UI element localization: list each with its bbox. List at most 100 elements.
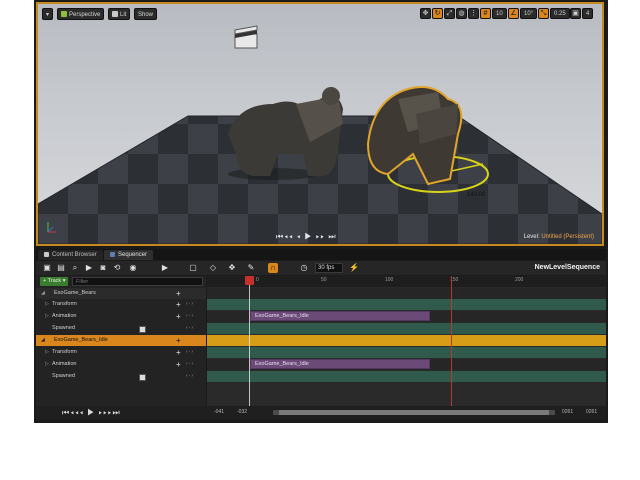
track-row-animation[interactable]: ▷ Animation + ‹◦› xyxy=(36,311,206,322)
grid-snap-value[interactable]: 10 xyxy=(492,8,507,19)
sequencer-bottom-bar: ⏮◂◂◂ ▶ ▸▸▸⏭ -041 -032 0261 0261 xyxy=(36,406,606,420)
visibility-icon[interactable]: ◉ xyxy=(128,263,138,273)
scale-snap-value[interactable]: 0.25 xyxy=(550,8,570,19)
timeline-track-area[interactable]: 0 50 100 150 200 ExoGame_Bears_Idle ExoG… xyxy=(207,276,606,406)
level-name: Untitled (Persistent) xyxy=(541,234,594,240)
add-track-button[interactable]: + Track ▾ xyxy=(40,277,69,286)
playhead-handle[interactable] xyxy=(245,276,254,285)
track-row-transform[interactable]: ▷ Transform + ‹◦› xyxy=(36,347,206,358)
rotation-snap-value[interactable]: 10° xyxy=(520,8,538,19)
track-lane[interactable] xyxy=(207,299,606,310)
scale-snap-icon[interactable]: ⤡ xyxy=(538,8,549,19)
sequence-actor-icon[interactable] xyxy=(234,25,258,49)
add-icon[interactable]: + xyxy=(176,299,181,310)
show-button[interactable]: Show xyxy=(134,8,158,20)
key-navigation-icon[interactable]: ‹◦› xyxy=(186,311,194,322)
track-label: Spawned xyxy=(52,373,75,379)
lit-button[interactable]: Lit xyxy=(108,8,131,20)
track-lane[interactable] xyxy=(207,323,606,334)
playback-end-marker[interactable] xyxy=(451,276,452,406)
track-lane-selected[interactable] xyxy=(207,335,606,346)
collapse-arrow-icon[interactable]: ◢ xyxy=(41,335,45,346)
folder-icon xyxy=(44,252,49,257)
save-as-icon[interactable]: ▤ xyxy=(56,263,66,273)
find-icon[interactable]: ⌕ xyxy=(70,263,80,273)
key-navigation-icon[interactable]: ‹◦› xyxy=(186,323,194,334)
rotation-snap-icon[interactable]: ∠ xyxy=(508,8,519,19)
grid-snap-icon[interactable]: # xyxy=(480,8,491,19)
add-icon[interactable]: + xyxy=(176,347,181,358)
clock-icon: ◷ xyxy=(300,263,308,272)
spawned-checkbox[interactable] xyxy=(139,374,146,381)
track-row-bears[interactable]: ◢ ExoGame_Bears + xyxy=(36,288,206,299)
render-movie-icon[interactable]: ▶ xyxy=(84,263,94,273)
animation-section[interactable]: ExoGame_Bears_Idle xyxy=(250,359,430,369)
track-lane[interactable] xyxy=(207,288,606,299)
add-icon[interactable]: + xyxy=(176,311,181,322)
view-range-end[interactable]: 0261 xyxy=(586,409,597,415)
track-row-bears-idle[interactable]: ◢ ExoGame_Bears_Idle + xyxy=(36,335,206,346)
camera-speed-value[interactable]: 4 xyxy=(582,8,594,19)
tab-sequencer[interactable]: Sequencer xyxy=(104,250,154,260)
snap-magnet-icon[interactable]: ∩ xyxy=(268,263,278,273)
camera-speed-icon[interactable]: ▣ xyxy=(570,8,581,19)
track-lane[interactable]: ExoGame_Bears_Idle xyxy=(207,311,606,322)
add-icon[interactable]: + xyxy=(176,288,181,299)
translate-icon[interactable]: ✥ xyxy=(420,8,431,19)
working-range-end[interactable]: 0261 xyxy=(562,409,573,415)
playback-options-icon[interactable]: ⟲ xyxy=(112,263,122,273)
track-lane[interactable] xyxy=(207,371,606,382)
expand-arrow-icon[interactable]: ▷ xyxy=(45,347,49,358)
filter-input[interactable] xyxy=(72,277,203,286)
add-icon[interactable]: + xyxy=(176,359,181,370)
surface-snap-icon[interactable]: ⋮ xyxy=(468,8,479,19)
camera-icon[interactable]: ◙ xyxy=(98,263,108,273)
transport-controls[interactable]: ⏮◂◂◂ ▶ ▸▸▸⏭ xyxy=(62,408,121,418)
timeline-scrollbar[interactable] xyxy=(273,410,555,415)
play-options-icon[interactable]: ▶ xyxy=(160,263,170,273)
playhead-line xyxy=(249,276,250,406)
animation-section[interactable]: ExoGame_Bears_Idle xyxy=(250,311,430,321)
key-navigation-icon[interactable]: ‹◦› xyxy=(186,359,194,370)
key-navigation-icon[interactable]: ‹◦› xyxy=(186,347,194,358)
track-label: Transform xyxy=(52,349,77,355)
spawned-checkbox[interactable] xyxy=(139,326,146,333)
key-navigation-icon[interactable]: ‹◦› xyxy=(186,299,194,310)
tab-content-browser[interactable]: Content Browser xyxy=(38,250,103,260)
track-row-animation[interactable]: ▷ Animation + ‹◦› xyxy=(36,359,206,370)
expand-arrow-icon[interactable]: ▷ xyxy=(45,359,49,370)
track-lane[interactable]: ExoGame_Bears_Idle xyxy=(207,359,606,370)
viewport-transport-controls[interactable]: ⏮◂◂ ◂ ▶ ▸▸ ⏭ xyxy=(276,232,337,242)
add-icon[interactable]: + xyxy=(176,335,181,346)
view-range-start[interactable]: -041 xyxy=(214,409,224,415)
track-outliner: + Track ▾ ◢ ExoGame_Bears + ▷ Transform … xyxy=(36,276,206,406)
track-row-spawned[interactable]: Spawned ‹◦› xyxy=(36,323,206,334)
camera-icon xyxy=(61,11,67,17)
working-range-start[interactable]: -032 xyxy=(237,409,247,415)
save-icon[interactable]: ▣ xyxy=(42,263,52,273)
world-space-icon[interactable]: ◍ xyxy=(456,8,467,19)
track-lane[interactable] xyxy=(207,347,606,358)
rotate-icon[interactable]: ↻ xyxy=(432,8,443,19)
collapse-arrow-icon[interactable]: ◢ xyxy=(41,288,45,299)
scale-icon[interactable]: ⤢ xyxy=(444,8,455,19)
transform-icon[interactable]: ✥ xyxy=(227,263,237,273)
viewport-scene xyxy=(38,25,602,244)
key-icon[interactable]: ◇ xyxy=(208,263,218,273)
auto-key-icon[interactable]: ⚡ xyxy=(349,263,359,273)
track-row-spawned[interactable]: Spawned ‹◦› xyxy=(36,371,206,382)
edit-tool-icon[interactable]: ✎ xyxy=(246,263,256,273)
expand-arrow-icon[interactable]: ▷ xyxy=(45,311,49,322)
fps-dropdown[interactable]: 30 fps xyxy=(315,263,343,273)
track-label: Transform xyxy=(52,301,77,307)
time-ruler[interactable]: 0 50 100 150 200 xyxy=(207,276,606,287)
sequencer-toolbar: ▣ ▤ ⌕ ▶ ◙ ⟲ ◉ ▶ ▢ ◇ ✥ ✎ ∩ ◷ 30 fps ⚡ New… xyxy=(36,261,606,275)
select-icon[interactable]: ▢ xyxy=(188,263,198,273)
level-viewport[interactable]: ▾ Perspective Lit Show ✥ ↻ ⤢ ◍ ⋮ # 10 ∠ … xyxy=(36,2,604,246)
viewport-options-button[interactable]: ▾ xyxy=(42,8,54,20)
scrollbar-thumb[interactable] xyxy=(279,410,549,415)
track-row-transform[interactable]: ▷ Transform + ‹◦› xyxy=(36,299,206,310)
expand-arrow-icon[interactable]: ▷ xyxy=(45,299,49,310)
perspective-button[interactable]: Perspective xyxy=(57,8,105,20)
key-navigation-icon[interactable]: ‹◦› xyxy=(186,371,194,382)
